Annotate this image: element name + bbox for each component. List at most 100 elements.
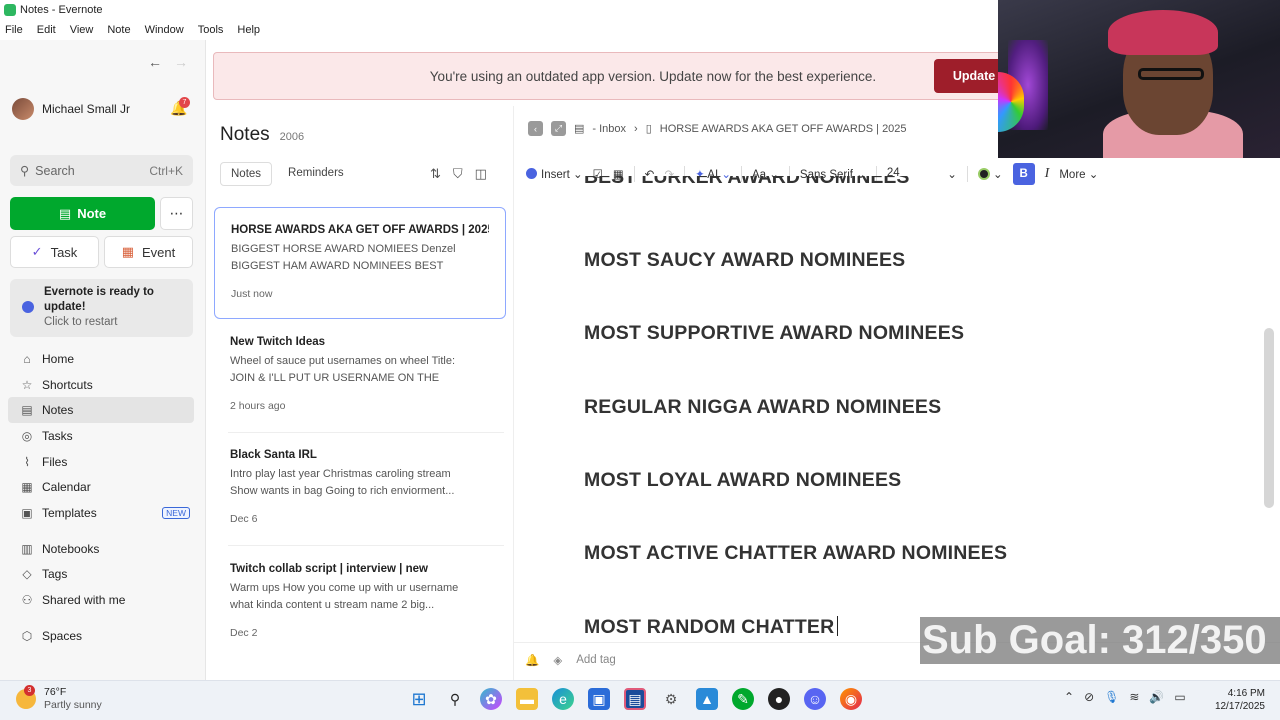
list-item[interactable]: Black Santa IRL Intro play last year Chr… (214, 433, 506, 545)
update-sub: Click to restart (44, 316, 118, 328)
more-options-button[interactable]: ⋯ (160, 197, 193, 230)
menu-edit[interactable]: Edit (37, 24, 56, 36)
notifications-bell-icon[interactable]: 🔔 7 (170, 97, 190, 116)
menu-file[interactable]: File (5, 24, 23, 36)
firefox-icon[interactable]: ◉ (840, 688, 862, 710)
sidebar-item-label: Spaces (42, 628, 83, 643)
italic-button[interactable]: I (1045, 166, 1050, 182)
award-heading[interactable]: MOST LOYAL AWARD NOMINEES (584, 469, 901, 492)
award-heading[interactable]: MOST SAUCY AWARD NOMINEES (584, 249, 905, 272)
reminder-bell-icon[interactable]: 🔔 (525, 653, 539, 667)
discord-icon[interactable]: ☺ (804, 688, 826, 710)
sidebar-item-label: Home (42, 351, 75, 366)
menu-note[interactable]: Note (107, 24, 130, 36)
obs-icon[interactable]: ● (768, 688, 790, 710)
note-snippet: Intro play last year Christmas caroling … (230, 466, 490, 500)
new-note-button[interactable]: ▤ Note (10, 197, 155, 230)
clock-date: 12/17/2025 (1214, 701, 1265, 712)
settings-icon[interactable]: ⚙ (660, 688, 682, 710)
new-event-button[interactable]: ▦ Event (104, 236, 193, 268)
sidebar-item-label: Tags (42, 567, 68, 582)
more-label: More (1059, 169, 1086, 181)
sidebar-item-templates[interactable]: ▣ Templates NEW (8, 500, 194, 526)
file-explorer-icon[interactable]: ▬ (516, 688, 538, 710)
copilot-icon[interactable]: ✿ (480, 688, 502, 710)
user-menu[interactable]: Michael Small Jr (12, 98, 130, 120)
plus-icon (526, 168, 537, 179)
list-item[interactable]: New Twitch Ideas Wheel of sauce put user… (214, 320, 506, 432)
award-heading-current[interactable]: MOST RANDOM CHATTER (584, 616, 839, 639)
sidebar-item-shortcuts[interactable]: ☆ Shortcuts (8, 372, 194, 398)
menu-window[interactable]: Window (145, 24, 184, 36)
user-name: Michael Small Jr (42, 102, 131, 116)
tag-icon[interactable]: ◈ (553, 653, 562, 667)
sidebar-item-shared[interactable]: ⚇ Shared with me (8, 587, 194, 613)
network-off-icon[interactable]: ⊘ (1084, 690, 1094, 704)
sidebar-item-label: Templates (42, 505, 97, 520)
microphone-icon[interactable]: 🎙 (1104, 690, 1119, 704)
list-item[interactable]: Twitch collab script | interview | new W… (214, 547, 506, 659)
menu-view[interactable]: View (70, 24, 94, 36)
sidebar-item-notebooks[interactable]: ▥ Notebooks (8, 536, 194, 562)
bold-button[interactable]: B (1012, 163, 1035, 185)
sidebar-item-spaces[interactable]: ⬡ Spaces (8, 623, 194, 649)
battery-icon[interactable]: ▭ (1174, 690, 1185, 704)
breadcrumb-notebook[interactable]: - Inbox (592, 123, 626, 135)
sidebar-item-home[interactable]: ⌂ Home (8, 346, 194, 372)
evernote-logo-icon (4, 4, 16, 16)
filter-icon[interactable]: ⛉ (453, 166, 463, 182)
clock-time: 4:16 PM (1227, 688, 1265, 699)
windows-start-icon[interactable]: ⊞ (408, 688, 430, 710)
sidebar-item-files[interactable]: ⌇ Files (8, 449, 194, 475)
evernote-icon[interactable]: ✎ (732, 688, 754, 710)
sidebar-item-notes[interactable]: ▤ Notes (8, 397, 194, 424)
search-icon[interactable]: ⚲ (444, 688, 466, 710)
speaker-icon[interactable]: 🔊 (1149, 690, 1164, 704)
award-heading[interactable]: MOST SUPPORTIVE AWARD NOMINEES (584, 322, 964, 345)
snippet-line: BIGGEST HAM AWARD NOMINEES BEST LURKE... (231, 260, 444, 272)
search-input[interactable]: ⚲ Search Ctrl+K (10, 155, 193, 186)
app-icon[interactable]: ▤ (624, 688, 646, 710)
forward-arrow-icon[interactable]: → (174, 54, 188, 70)
collapse-panel-icon[interactable]: ‹ (528, 121, 543, 136)
calendar-icon: ▦ (121, 244, 135, 259)
weather-badge: 3 (24, 685, 35, 696)
tab-notes[interactable]: Notes (220, 162, 273, 186)
edge-icon[interactable]: e (552, 688, 574, 710)
people-icon: ⚇ (21, 593, 33, 608)
sub-goal-overlay: Sub Goal: 312/350 (920, 617, 1280, 664)
list-item[interactable]: HORSE AWARDS AKA GET OFF AWARDS | 2025 B… (214, 207, 506, 319)
wifi-icon[interactable]: ≋ (1129, 690, 1139, 704)
tab-reminders[interactable]: Reminders (278, 162, 354, 186)
new-task-button[interactable]: ✓ Task (10, 236, 99, 268)
menu-tools[interactable]: Tools (198, 24, 224, 36)
expand-icon[interactable]: ⤢ (551, 121, 566, 136)
editor-scrollbar[interactable] (1264, 328, 1274, 508)
clock[interactable]: 4:16 PM 12/17/2025 (1207, 687, 1265, 713)
view-layout-icon[interactable]: ◫ (475, 166, 487, 182)
weather-sun-icon: 3 (16, 685, 36, 709)
chevron-right-icon: › (634, 122, 638, 135)
weather-widget[interactable]: 3 76°F Partly sunny (16, 685, 102, 712)
sidebar-item-calendar[interactable]: ▦ Calendar (8, 474, 194, 500)
store-icon[interactable]: ▣ (588, 688, 610, 710)
more-button[interactable]: More ⌄ (1059, 167, 1098, 181)
update-ready-card[interactable]: Evernote is ready to update! Click to re… (10, 279, 193, 337)
divider (228, 545, 504, 546)
insert-button[interactable]: Insert ⌄ (526, 167, 583, 181)
update-title: Evernote is ready to update! (44, 286, 154, 313)
sidebar-item-label: Shortcuts (42, 377, 93, 392)
sort-icon[interactable]: ⇅ (430, 166, 441, 182)
sidebar-item-tags[interactable]: ◇ Tags (8, 562, 194, 588)
photos-icon[interactable]: ▲ (696, 688, 718, 710)
add-tag-input[interactable]: Add tag (576, 654, 616, 666)
back-arrow-icon[interactable]: ← (148, 54, 162, 70)
award-heading[interactable]: REGULAR NIGGA AWARD NOMINEES (584, 396, 941, 419)
menu-help[interactable]: Help (237, 24, 260, 36)
weather-desc: Partly sunny (44, 699, 102, 711)
chevron-up-icon[interactable]: ⌃ (1064, 690, 1074, 704)
notes-count: 2006 (279, 131, 305, 143)
notes-title: Notes (220, 124, 270, 145)
award-heading[interactable]: MOST ACTIVE CHATTER AWARD NOMINEES (584, 542, 1007, 565)
sidebar-item-tasks[interactable]: ◎ Tasks (8, 423, 194, 449)
